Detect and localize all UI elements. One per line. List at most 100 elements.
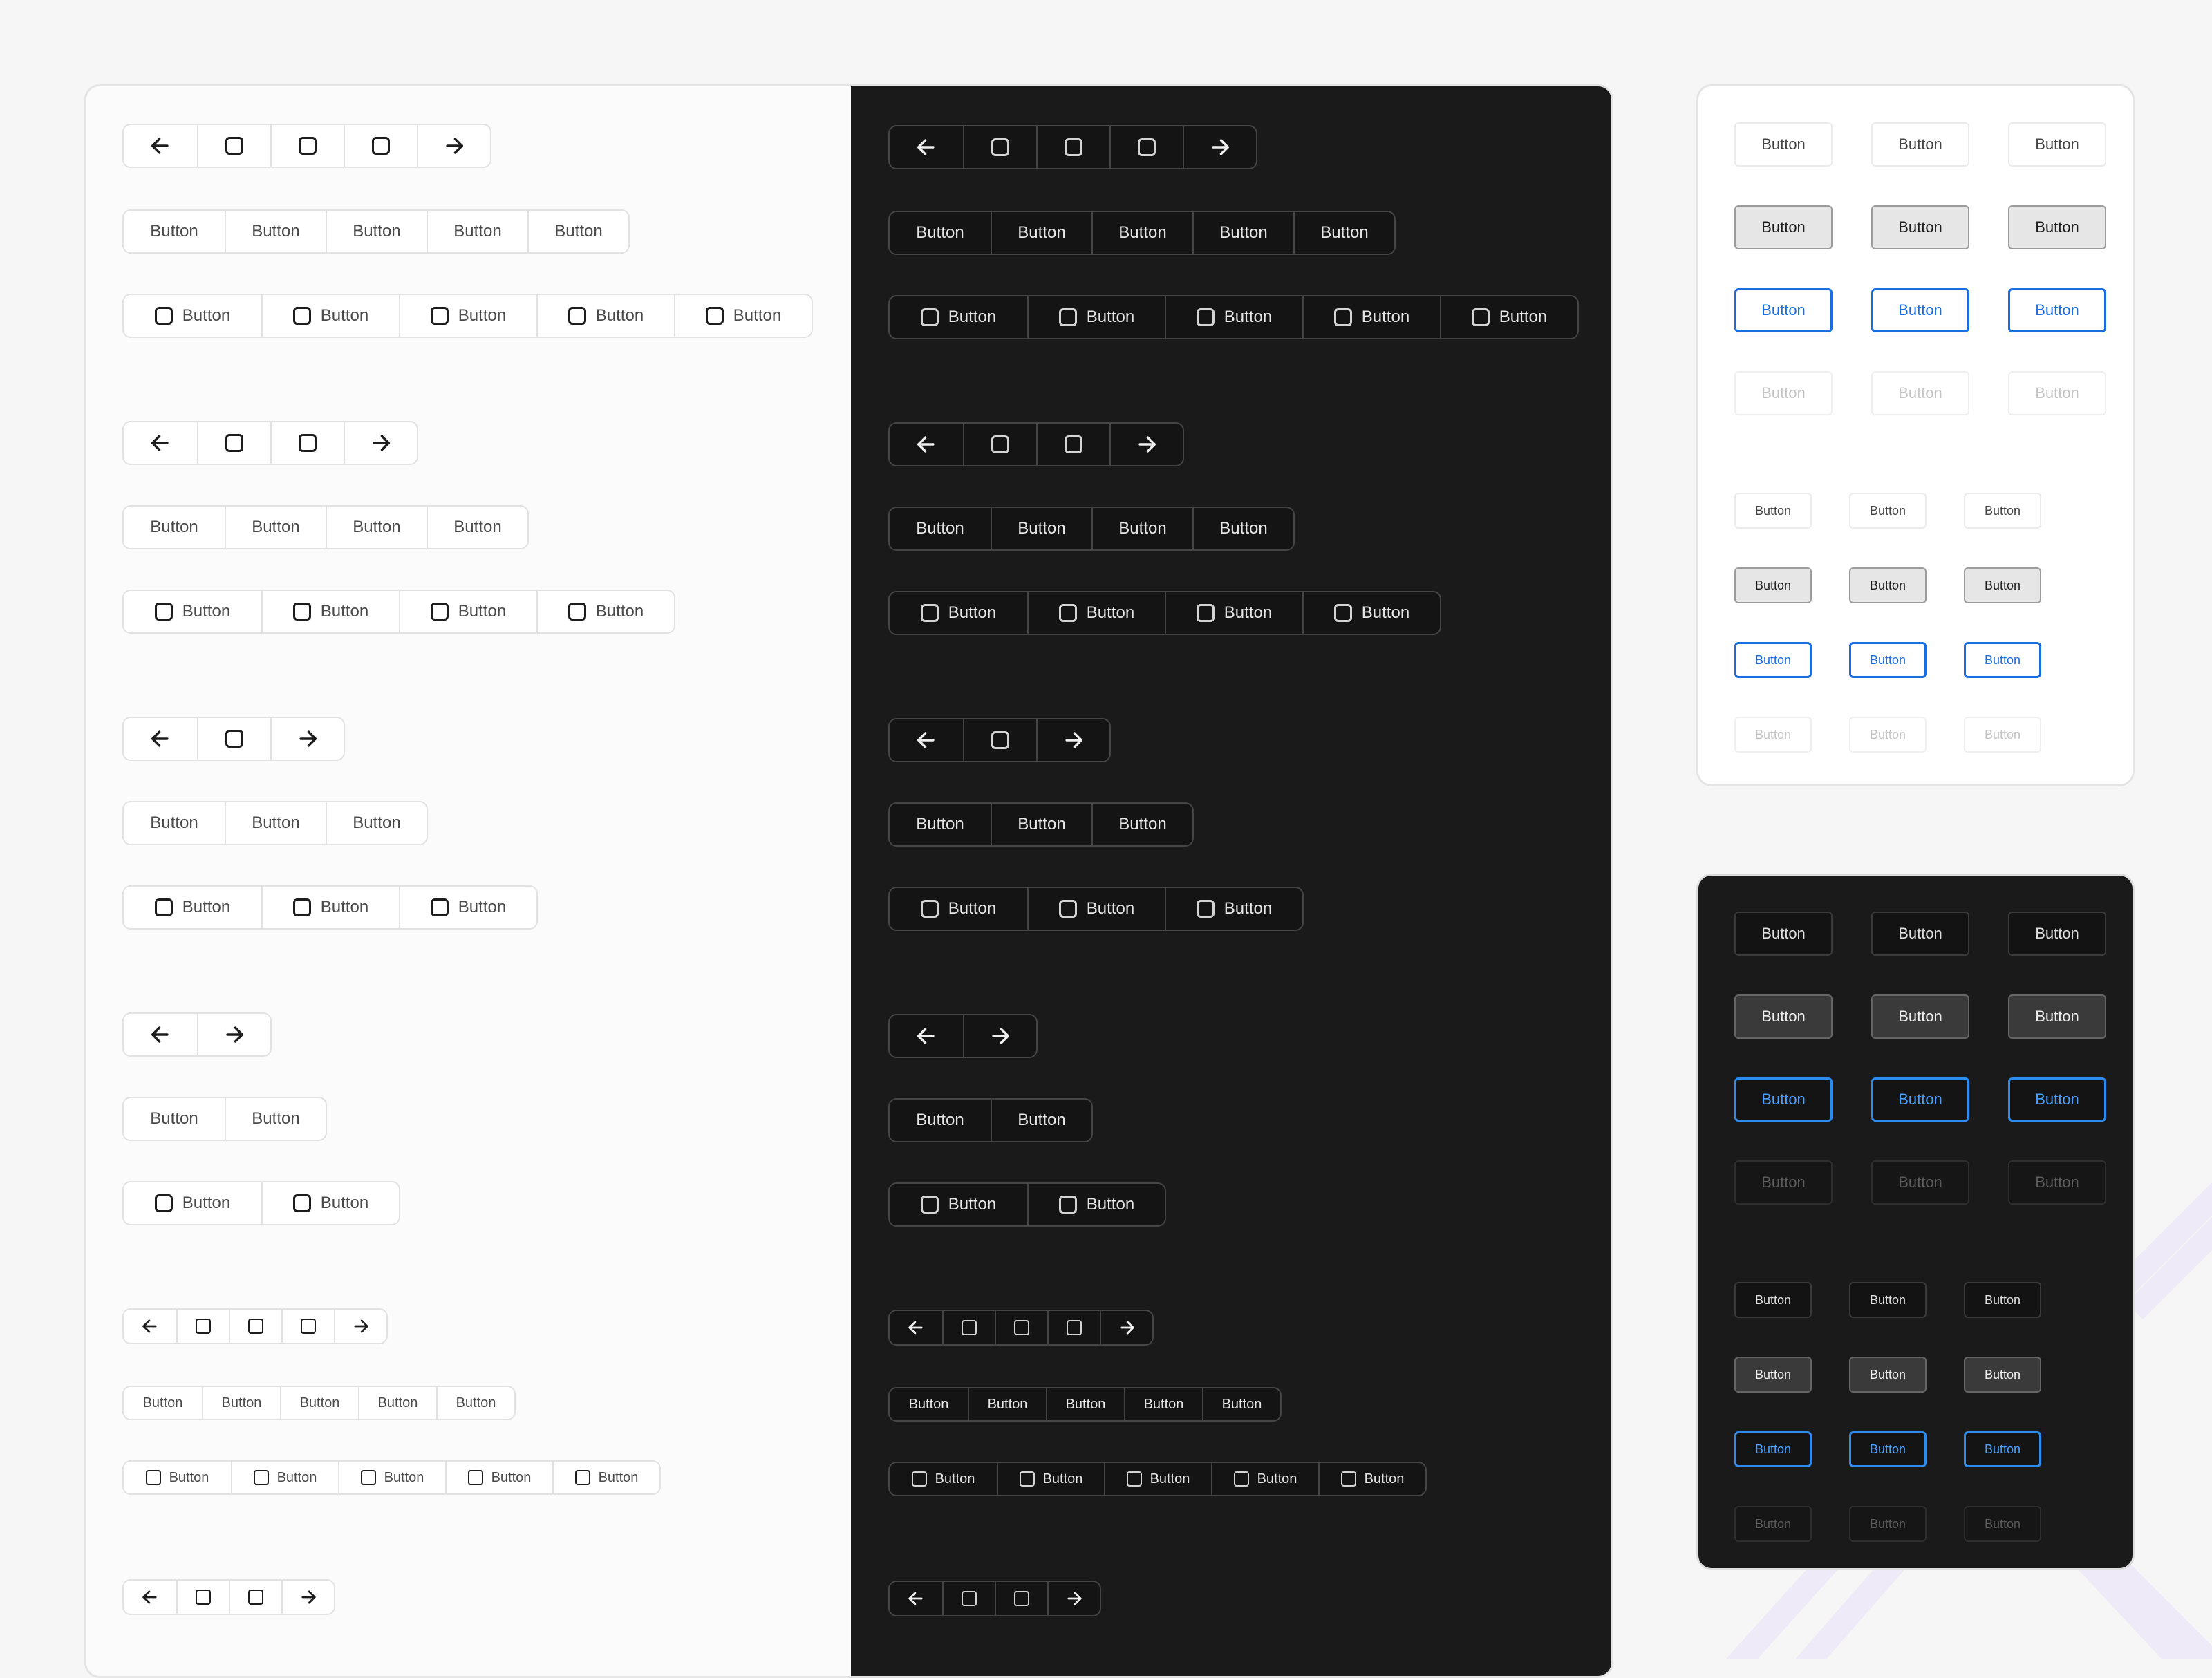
icon-text-segment-button[interactable]: Button bbox=[674, 295, 812, 337]
icon-button[interactable] bbox=[942, 1311, 995, 1344]
pressed-button[interactable]: Button bbox=[1849, 1357, 1927, 1393]
icon-button[interactable] bbox=[1036, 424, 1109, 465]
selected-button[interactable]: Button bbox=[2008, 1077, 2106, 1122]
icon-text-segment-button[interactable]: Button bbox=[1027, 592, 1165, 634]
segment-button[interactable]: Button bbox=[1124, 1388, 1202, 1420]
icon-text-segment-button[interactable]: Button bbox=[536, 591, 674, 632]
selected-button[interactable]: Button bbox=[1734, 1077, 1833, 1122]
default-button[interactable]: Button bbox=[1964, 1282, 2041, 1318]
previous-button[interactable] bbox=[890, 1015, 963, 1057]
icon-text-segment-button[interactable]: Button bbox=[1302, 296, 1440, 338]
segment-button[interactable]: Button bbox=[991, 212, 1091, 254]
next-button[interactable] bbox=[1036, 719, 1109, 761]
previous-button[interactable] bbox=[890, 1582, 942, 1615]
icon-text-segment-button[interactable]: Button bbox=[445, 1462, 552, 1493]
segment-button[interactable]: Button bbox=[527, 211, 628, 252]
icon-text-segment-button[interactable]: Button bbox=[261, 1182, 399, 1224]
selected-button[interactable]: Button bbox=[1849, 642, 1927, 678]
previous-button[interactable] bbox=[124, 1310, 176, 1343]
icon-text-segment-button[interactable]: Button bbox=[124, 1462, 231, 1493]
segment-button[interactable]: Button bbox=[427, 507, 527, 548]
icon-button[interactable] bbox=[229, 1310, 281, 1343]
default-button[interactable]: Button bbox=[1734, 912, 1833, 956]
next-button[interactable] bbox=[334, 1310, 386, 1343]
previous-button[interactable] bbox=[124, 718, 197, 760]
pressed-button[interactable]: Button bbox=[1871, 994, 1969, 1039]
default-button[interactable]: Button bbox=[1734, 493, 1812, 529]
pressed-button[interactable]: Button bbox=[1734, 567, 1812, 603]
icon-text-segment-button[interactable]: Button bbox=[890, 1184, 1027, 1225]
icon-text-segment-button[interactable]: Button bbox=[399, 887, 536, 928]
pressed-button[interactable]: Button bbox=[1734, 994, 1833, 1039]
icon-button[interactable] bbox=[963, 424, 1036, 465]
icon-text-segment-button[interactable]: Button bbox=[1440, 296, 1577, 338]
segment-button[interactable]: Button bbox=[225, 1098, 326, 1140]
next-button[interactable] bbox=[417, 125, 490, 167]
segment-button[interactable]: Button bbox=[991, 1100, 1091, 1141]
disabled-button[interactable]: Button bbox=[1964, 1506, 2041, 1542]
icon-text-segment-button[interactable]: Button bbox=[1027, 1184, 1165, 1225]
selected-button[interactable]: Button bbox=[1734, 1431, 1812, 1467]
segment-button[interactable]: Button bbox=[225, 211, 326, 252]
icon-button[interactable] bbox=[995, 1311, 1047, 1344]
default-button[interactable]: Button bbox=[1734, 122, 1833, 167]
selected-button[interactable]: Button bbox=[1871, 288, 1969, 332]
icon-button[interactable] bbox=[963, 126, 1036, 168]
pressed-button[interactable]: Button bbox=[2008, 994, 2106, 1039]
segment-button[interactable]: Button bbox=[890, 508, 991, 549]
icon-button[interactable] bbox=[197, 125, 270, 167]
selected-button[interactable]: Button bbox=[1849, 1431, 1927, 1467]
segment-button[interactable]: Button bbox=[427, 211, 527, 252]
icon-text-segment-button[interactable]: Button bbox=[1318, 1463, 1425, 1495]
icon-text-segment-button[interactable]: Button bbox=[261, 591, 399, 632]
segment-button[interactable]: Button bbox=[1091, 804, 1192, 845]
selected-button[interactable]: Button bbox=[1964, 1431, 2041, 1467]
selected-button[interactable]: Button bbox=[1964, 642, 2041, 678]
icon-button[interactable] bbox=[344, 125, 417, 167]
icon-text-segment-button[interactable]: Button bbox=[231, 1462, 338, 1493]
icon-button[interactable] bbox=[1036, 126, 1109, 168]
icon-text-segment-button[interactable]: Button bbox=[536, 295, 674, 337]
default-button[interactable]: Button bbox=[1849, 493, 1927, 529]
pressed-button[interactable]: Button bbox=[1734, 1357, 1812, 1393]
segment-button[interactable]: Button bbox=[890, 1388, 968, 1420]
icon-button[interactable] bbox=[270, 125, 344, 167]
segment-button[interactable]: Button bbox=[436, 1387, 514, 1419]
selected-button[interactable]: Button bbox=[1734, 288, 1833, 332]
segment-button[interactable]: Button bbox=[1091, 212, 1192, 254]
segment-button[interactable]: Button bbox=[968, 1388, 1046, 1420]
previous-button[interactable] bbox=[890, 1311, 942, 1344]
icon-button[interactable] bbox=[995, 1582, 1047, 1615]
icon-text-segment-button[interactable]: Button bbox=[1211, 1463, 1318, 1495]
disabled-button[interactable]: Button bbox=[1849, 717, 1927, 753]
segment-button[interactable]: Button bbox=[890, 804, 991, 845]
icon-text-segment-button[interactable]: Button bbox=[1165, 888, 1302, 930]
default-button[interactable]: Button bbox=[2008, 912, 2106, 956]
disabled-button[interactable]: Button bbox=[1964, 717, 2041, 753]
default-button[interactable]: Button bbox=[2008, 122, 2106, 167]
segment-button[interactable]: Button bbox=[326, 211, 427, 252]
icon-button[interactable] bbox=[270, 422, 344, 464]
segment-button[interactable]: Button bbox=[124, 1387, 202, 1419]
default-button[interactable]: Button bbox=[1964, 493, 2041, 529]
icon-text-segment-button[interactable]: Button bbox=[890, 888, 1027, 930]
segment-button[interactable]: Button bbox=[124, 211, 225, 252]
pressed-button[interactable]: Button bbox=[1849, 567, 1927, 603]
previous-button[interactable] bbox=[890, 126, 963, 168]
icon-text-segment-button[interactable]: Button bbox=[124, 1182, 261, 1224]
previous-button[interactable] bbox=[124, 1581, 176, 1614]
icon-text-segment-button[interactable]: Button bbox=[890, 296, 1027, 338]
pressed-button[interactable]: Button bbox=[1964, 1357, 2041, 1393]
next-button[interactable] bbox=[1109, 424, 1183, 465]
disabled-button[interactable]: Button bbox=[1871, 371, 1969, 415]
segment-button[interactable]: Button bbox=[124, 507, 225, 548]
segment-button[interactable]: Button bbox=[202, 1387, 280, 1419]
previous-button[interactable] bbox=[124, 1014, 197, 1055]
disabled-button[interactable]: Button bbox=[1734, 1506, 1812, 1542]
icon-text-segment-button[interactable]: Button bbox=[261, 887, 399, 928]
segment-button[interactable]: Button bbox=[1091, 508, 1192, 549]
icon-text-segment-button[interactable]: Button bbox=[399, 591, 536, 632]
segment-button[interactable]: Button bbox=[1046, 1388, 1124, 1420]
segment-button[interactable]: Button bbox=[890, 1100, 991, 1141]
disabled-button[interactable]: Button bbox=[1871, 1160, 1969, 1205]
